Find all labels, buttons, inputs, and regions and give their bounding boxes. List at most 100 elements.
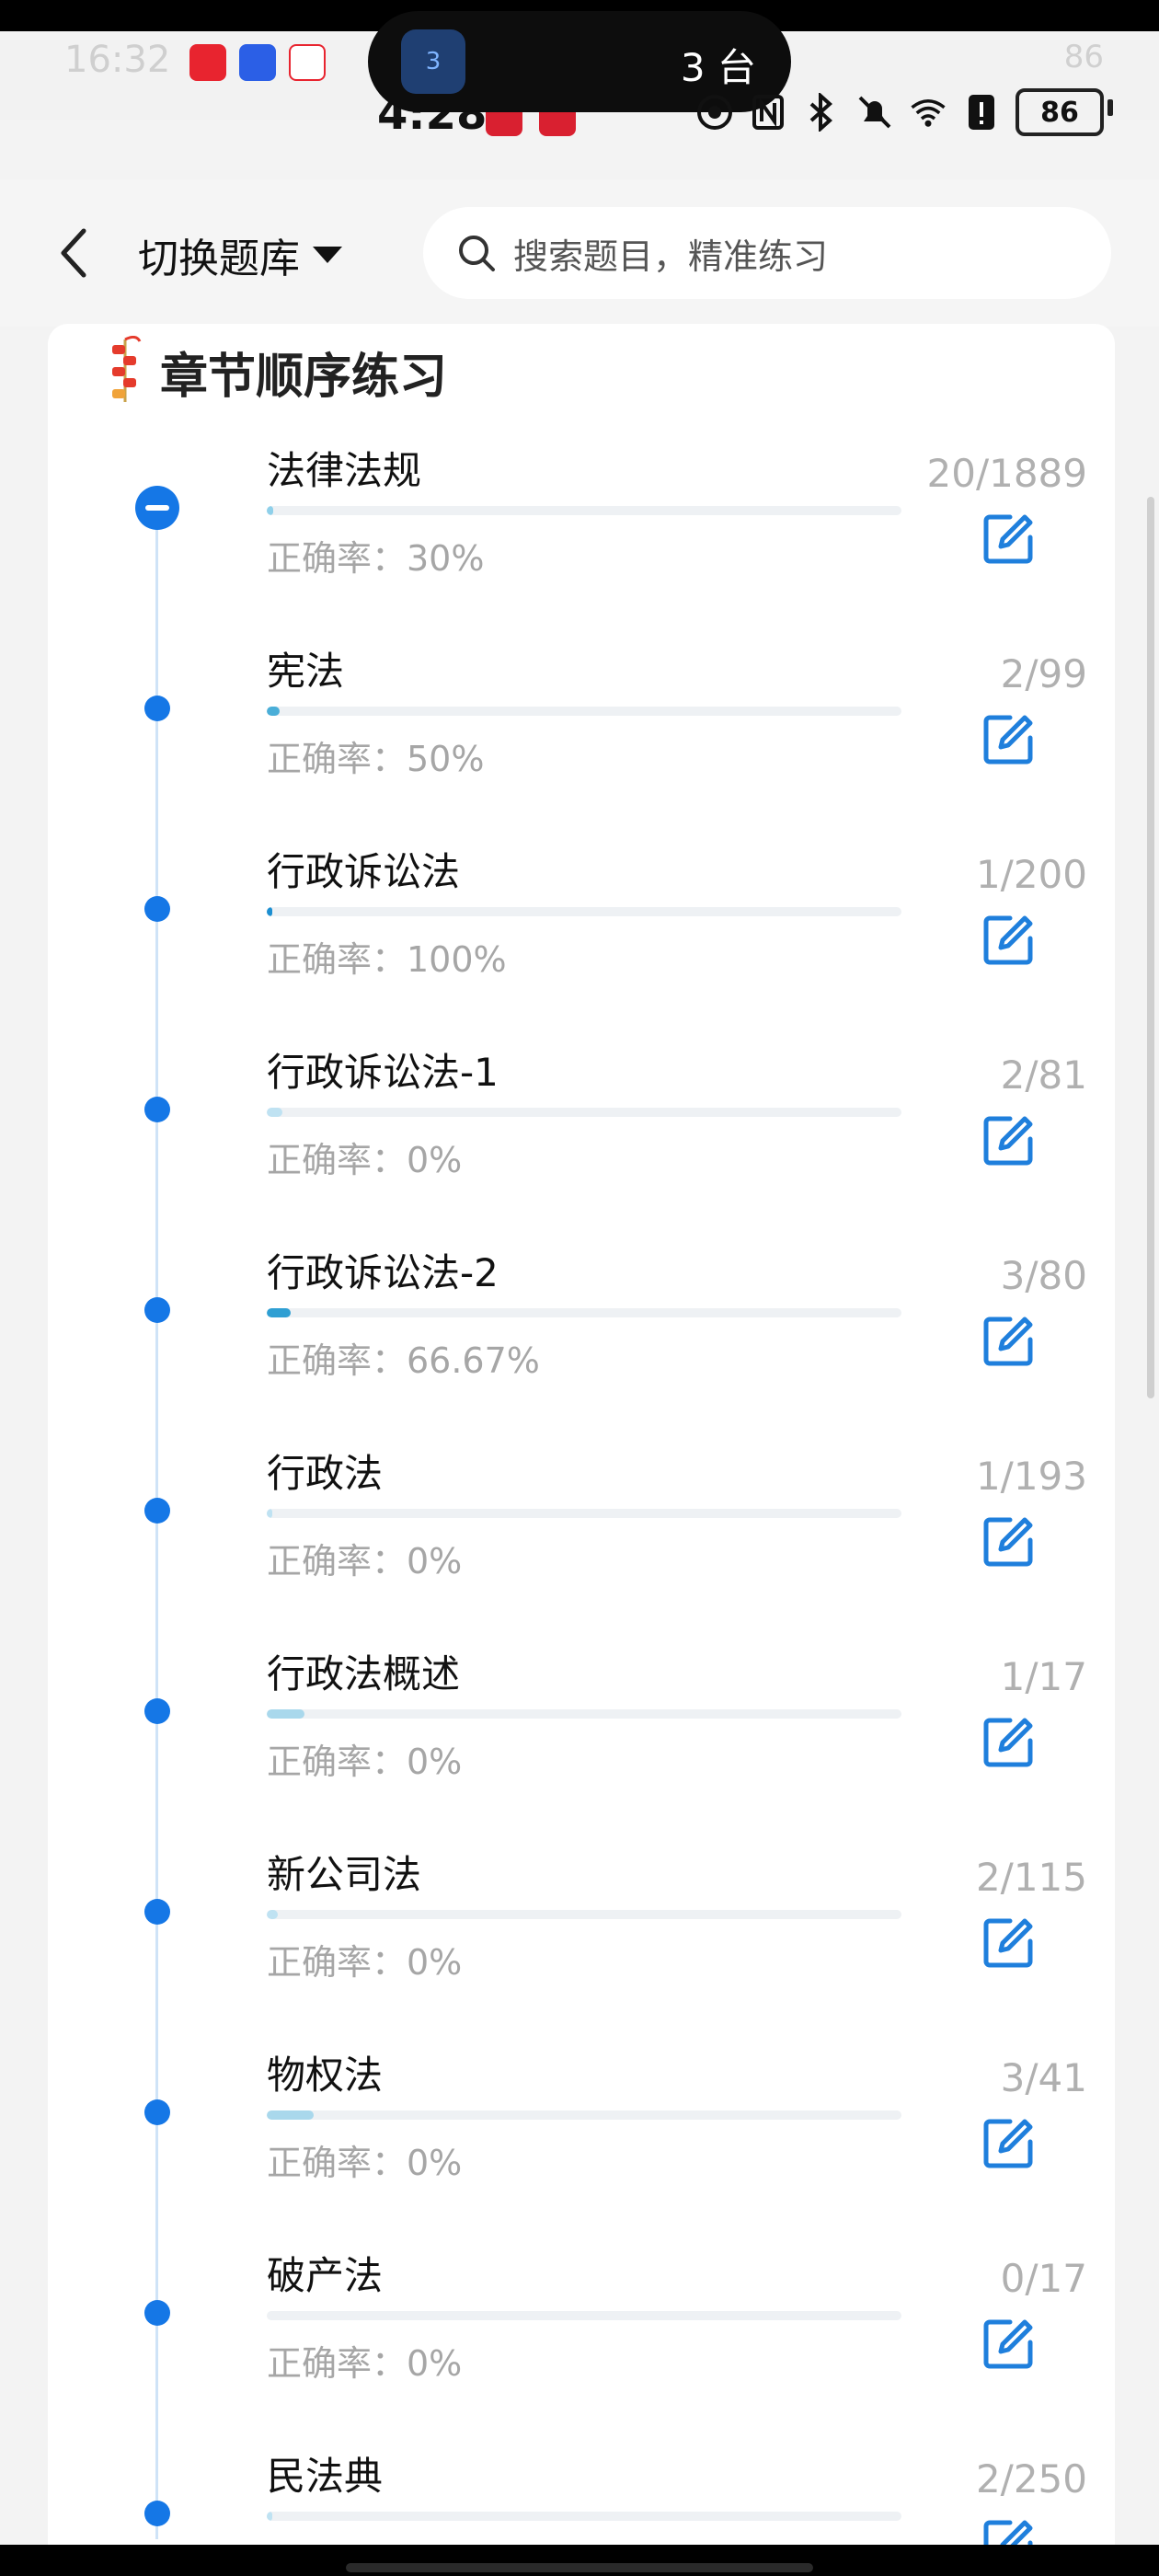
progress-fill [267,2311,272,2320]
wifi-icon [909,93,947,132]
minus-icon [145,505,169,511]
edit-practice-icon[interactable] [982,1113,1036,1167]
timeline-node [144,1297,170,1323]
status-battery-faded: 86 [1063,39,1104,75]
progress-bar [267,907,901,916]
progress-fill [267,2512,272,2521]
progress-count: 0/17 [1000,2256,1087,2301]
edit-practice-icon[interactable] [982,512,1036,565]
edit-practice-icon[interactable] [982,2116,1036,2169]
edit-practice-icon[interactable] [982,1314,1036,1367]
edit-practice-icon[interactable] [982,1915,1036,1969]
bluetooth-icon [802,93,841,132]
chapter-name[interactable]: 行政法概述 [267,1643,460,1699]
progress-bar [267,1910,901,1919]
progress-count: 20/1889 [926,451,1087,496]
timeline-line [155,515,158,2539]
progress-bar [267,1308,901,1317]
island-device-count: 3 台 [680,45,756,90]
chapter-name[interactable]: 破产法 [267,2245,383,2301]
edit-practice-icon[interactable] [982,2317,1036,2370]
chapter-name[interactable]: 行政诉讼法-2 [267,1242,499,1298]
switch-question-bank-button[interactable]: 切换题库 [138,225,342,284]
battery-indicator: 86 [1016,88,1113,136]
progress-fill [267,1308,291,1317]
chapter-practice-card [48,324,1115,2576]
search-icon [459,236,495,271]
collapse-node-icon[interactable] [135,486,179,530]
progress-fill [267,506,273,515]
chapter-name[interactable]: 行政法 [267,1443,383,1499]
accuracy-text: 正确率：66.67% [267,1340,540,1381]
eye-icon [695,93,734,132]
progress-fill [267,1108,282,1117]
progress-count: 2/81 [1000,1052,1087,1098]
timeline-node [144,2501,170,2526]
timeline-node [144,1698,170,1724]
timeline-node [144,896,170,922]
chapter-name[interactable]: 法律法规 [267,440,421,496]
accuracy-text: 正确率：30% [267,538,485,579]
switch-question-bank-label: 切换题库 [138,236,300,282]
section-title: 章节顺序练习 [103,335,448,408]
edit-practice-icon[interactable] [982,1514,1036,1568]
progress-fill [267,707,280,716]
progress-bar [267,707,901,716]
timeline-node [144,696,170,721]
search-placeholder: 搜索题目，精准练习 [513,236,829,277]
battery-level: 86 [1016,88,1104,136]
chevron-left-icon [61,228,86,278]
accuracy-text: 正确率：0% [267,1942,463,1983]
chapter-name[interactable]: 宪法 [267,640,344,696]
back-button[interactable] [46,221,101,285]
progress-count: 2/250 [975,2456,1087,2501]
progress-bar [267,1108,901,1117]
accuracy-text: 正确率：0% [267,2143,463,2183]
accuracy-text: 正确率：0% [267,1541,463,1581]
progress-bar [267,2110,901,2120]
sim-alert-icon [962,93,1001,132]
progress-count: 2/99 [1000,651,1087,696]
status-icons: 86 [695,88,1113,136]
nfc-icon [749,93,787,132]
progress-fill [267,1509,272,1518]
progress-count: 1/200 [975,852,1087,897]
search-input[interactable]: 搜索题目，精准练习 [423,207,1111,299]
mute-bell-icon [855,93,894,132]
chapter-name[interactable]: 行政诉讼法 [267,841,460,897]
progress-bar [267,1509,901,1518]
app-notification-icon [239,44,276,81]
home-indicator[interactable] [346,2563,813,2572]
chapter-name[interactable]: 民法典 [267,2445,383,2501]
timeline-node [144,1498,170,1524]
timeline-node [144,2300,170,2326]
edit-practice-icon[interactable] [982,712,1036,765]
accuracy-text: 正确率：50% [267,739,485,779]
edit-practice-icon[interactable] [982,1715,1036,1768]
timeline-node [144,2099,170,2125]
accuracy-text: 正确率：0% [267,2343,463,2384]
chapter-name[interactable]: 物权法 [267,2044,383,2100]
timeline-node [144,1899,170,1925]
progress-count: 2/115 [975,1855,1087,1900]
progress-bar [267,506,901,515]
progress-fill [267,2110,314,2120]
progress-bar [267,2311,901,2320]
scrollbar[interactable] [1147,497,1154,1398]
accuracy-text: 正确率：100% [267,939,507,980]
edit-practice-icon[interactable] [982,913,1036,966]
progress-count: 3/41 [1000,2055,1087,2100]
status-time-faded: 16:32 [64,39,171,81]
chapter-name[interactable]: 行政诉讼法-1 [267,1041,499,1098]
caret-down-icon [313,247,342,263]
progress-count: 3/80 [1000,1253,1087,1298]
progress-fill [267,907,272,916]
app-notification-icon [289,44,326,81]
progress-fill [267,1910,278,1919]
app-notification-icon [189,44,226,81]
chapter-name[interactable]: 新公司法 [267,1844,421,1900]
progress-count: 1/17 [1000,1654,1087,1699]
timeline-node [144,1097,170,1122]
progress-fill [267,1709,304,1719]
section-title-text: 章节顺序练习 [160,349,448,405]
